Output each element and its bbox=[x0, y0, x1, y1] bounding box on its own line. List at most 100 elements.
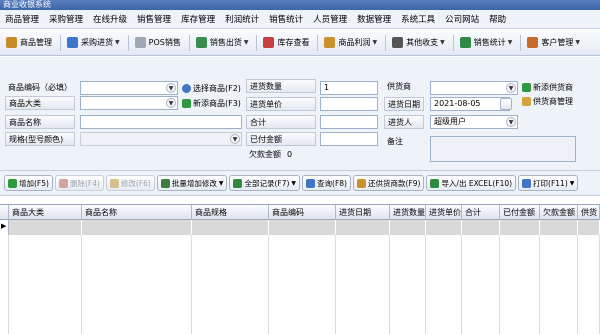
select-product-button[interactable]: 选择商品(F2) bbox=[182, 82, 241, 95]
toolbar-pos-button[interactable]: POS销售 bbox=[132, 33, 184, 53]
menu-item-sales[interactable]: 销售管理 bbox=[137, 13, 171, 25]
chevron-down-icon[interactable]: ▼ bbox=[506, 117, 516, 127]
excel-button[interactable]: 导入/出 EXCEL(F10) bbox=[426, 175, 517, 191]
table-cell[interactable] bbox=[390, 220, 426, 235]
plus-icon bbox=[182, 99, 191, 108]
truck-icon bbox=[195, 37, 207, 48]
pay-supplier-button[interactable]: 还供货商款(F9) bbox=[353, 175, 425, 191]
column-header[interactable]: 进货数量 bbox=[390, 205, 426, 220]
calendar-icon[interactable] bbox=[500, 98, 512, 110]
product-name-input[interactable] bbox=[80, 115, 242, 129]
print-button[interactable]: 打印(F11) ▼ bbox=[518, 175, 579, 191]
toolbar-inventory-button[interactable]: 库存查看 bbox=[260, 33, 312, 53]
new-supplier-label: 新添供货商 bbox=[533, 83, 573, 92]
supplier-select[interactable]: ▼ bbox=[430, 81, 518, 95]
menu-item-help[interactable]: 帮助 bbox=[489, 13, 506, 25]
batch-edit-button[interactable]: 批量增加修改 ▼ bbox=[156, 175, 228, 191]
table-cell[interactable] bbox=[462, 220, 500, 235]
supplier-manage-label: 供货商管理 bbox=[533, 97, 573, 106]
purchaser-label: 进货人 bbox=[384, 115, 424, 129]
toolbar-separator bbox=[452, 34, 454, 51]
table-cell[interactable] bbox=[336, 220, 390, 235]
table-row[interactable]: ▶ bbox=[0, 220, 600, 235]
toolbar-separator bbox=[256, 34, 258, 51]
chevron-down-icon[interactable]: ▼ bbox=[506, 83, 516, 93]
product-code-input[interactable]: ▼ bbox=[80, 81, 178, 95]
all-records-label: 全部记录(F7) bbox=[244, 178, 290, 188]
supplier-manage-button[interactable]: 供货商管理 bbox=[522, 95, 573, 108]
new-product-label: 新添商品(F3) bbox=[193, 99, 241, 108]
table-gridline bbox=[82, 235, 192, 334]
toolbar-profit-button[interactable]: 商品利润 ▼ bbox=[321, 33, 380, 53]
table-gridline bbox=[426, 235, 462, 334]
menu-item-staff[interactable]: 人员管理 bbox=[313, 13, 347, 25]
category-select[interactable]: ▼ bbox=[80, 96, 178, 110]
paid-input[interactable] bbox=[320, 132, 378, 146]
menu-item-inventory[interactable]: 库存管理 bbox=[181, 13, 215, 25]
supplier-label: 供货商 bbox=[387, 82, 411, 91]
chart-icon bbox=[459, 37, 471, 48]
column-header[interactable]: 商品名称 bbox=[82, 205, 192, 220]
table-cell[interactable] bbox=[192, 220, 269, 235]
spec-select[interactable]: ▼ bbox=[80, 132, 242, 146]
new-product-button[interactable]: 新添商品(F3) bbox=[182, 97, 241, 110]
search-label: 查询(F8) bbox=[317, 178, 347, 188]
column-header[interactable]: 商品规格 bbox=[192, 205, 269, 220]
column-header[interactable]: 供货 bbox=[578, 205, 600, 220]
table-cell[interactable] bbox=[578, 220, 600, 235]
purchase-date-label: 进货日期 bbox=[384, 97, 424, 111]
toolbar-label: 销售统计 bbox=[473, 38, 506, 47]
quantity-input[interactable]: 1 bbox=[320, 81, 378, 95]
category-label: 商品大类 bbox=[5, 96, 75, 110]
add-button[interactable]: 增加(F5) bbox=[4, 175, 53, 191]
table-cell[interactable] bbox=[540, 220, 578, 235]
toolbar-sales-out-button[interactable]: 销售出货 ▼ bbox=[193, 33, 252, 53]
chevron-down-icon: ▼ bbox=[575, 39, 580, 46]
pen-icon bbox=[392, 37, 404, 48]
purchase-table: 商品大类 商品名称 商品规格 商品编码 进货日期 进货数量 进货单价 合计 已付… bbox=[0, 204, 600, 334]
column-header[interactable]: 进货单价 bbox=[426, 205, 462, 220]
all-records-button[interactable]: 全部记录(F7) ▼ bbox=[229, 175, 301, 191]
table-cell[interactable] bbox=[269, 220, 336, 235]
toolbar-purchase-button[interactable]: 采购进货 ▼ bbox=[64, 33, 123, 53]
toolbar-other-income-button[interactable]: 其他收支 ▼ bbox=[389, 33, 448, 53]
total-input[interactable] bbox=[320, 115, 378, 129]
column-header[interactable]: 合计 bbox=[462, 205, 500, 220]
purchaser-select[interactable]: 超级用户 ▼ bbox=[430, 115, 518, 129]
search-button[interactable]: 查询(F8) bbox=[302, 175, 351, 191]
toolbar-label: POS销售 bbox=[148, 38, 181, 47]
unit-price-input[interactable] bbox=[320, 97, 378, 111]
column-header[interactable]: 已付金额 bbox=[500, 205, 540, 220]
column-header[interactable]: 商品大类 bbox=[9, 205, 82, 220]
column-header[interactable]: 商品编码 bbox=[269, 205, 336, 220]
toolbar-separator bbox=[60, 34, 61, 51]
chevron-down-icon[interactable]: ▼ bbox=[230, 134, 240, 144]
column-header[interactable]: 进货日期 bbox=[336, 205, 390, 220]
delete-button[interactable]: 删除(F4) bbox=[54, 175, 104, 191]
menu-item-product[interactable]: 商品管理 bbox=[5, 13, 39, 25]
menu-item-profit[interactable]: 利润统计 bbox=[225, 13, 259, 25]
table-cell[interactable] bbox=[500, 220, 540, 235]
table-cell[interactable] bbox=[82, 220, 192, 235]
menu-item-data[interactable]: 数据管理 bbox=[357, 13, 391, 25]
table-cell[interactable] bbox=[426, 220, 462, 235]
table-cell[interactable] bbox=[9, 220, 82, 235]
toolbar-customer-button[interactable]: 客户管理 ▼ bbox=[524, 33, 583, 53]
toolbar-sales-stats-button[interactable]: 销售统计 ▼ bbox=[457, 33, 516, 53]
new-supplier-button[interactable]: 新添供货商 bbox=[522, 81, 573, 94]
toolbar-product-button[interactable]: 商品管理 bbox=[3, 33, 55, 53]
remark-input[interactable] bbox=[430, 136, 576, 162]
chevron-down-icon[interactable]: ▼ bbox=[166, 98, 176, 108]
edit-button[interactable]: 修改(F6) bbox=[105, 175, 155, 191]
menu-item-tools[interactable]: 系统工具 bbox=[401, 13, 435, 25]
menu-item-upgrade[interactable]: 在线升级 bbox=[93, 13, 127, 25]
toolbar-separator bbox=[385, 34, 387, 51]
menu-item-sales-stats[interactable]: 销售统计 bbox=[269, 13, 303, 25]
pay-supplier-label: 还供货商款(F9) bbox=[368, 178, 421, 188]
menu-item-purchase[interactable]: 采购管理 bbox=[49, 13, 83, 25]
chevron-down-icon[interactable]: ▼ bbox=[166, 83, 176, 93]
menu-item-website[interactable]: 公司网站 bbox=[445, 13, 479, 25]
column-header[interactable]: 欠款金额 bbox=[540, 205, 578, 220]
purchase-date-input[interactable]: 2021-08-05 bbox=[430, 97, 510, 111]
row-indicator-header bbox=[0, 205, 9, 220]
